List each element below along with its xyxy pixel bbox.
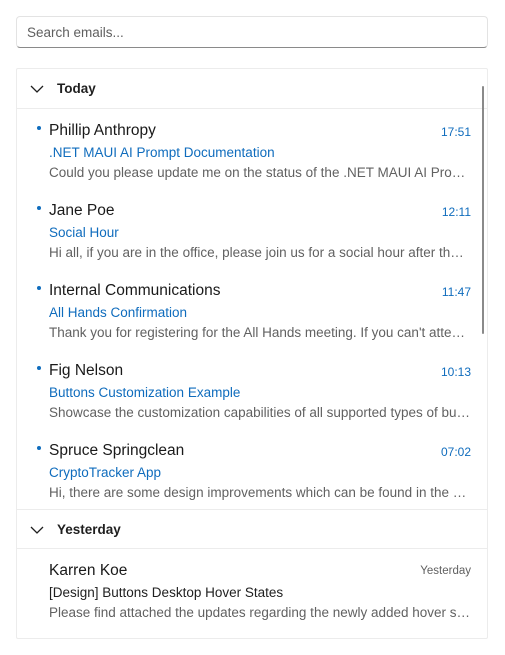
unread-indicator <box>37 446 41 450</box>
email-subject: All Hands Confirmation <box>49 305 188 320</box>
email-list[interactable]: Today Phillip Anthropy 17:51 .NET MAUI A… <box>16 68 488 639</box>
email-row[interactable]: Jane Poe 12:11 Social Hour Hi all, if yo… <box>17 199 481 279</box>
email-subject: [Design] Buttons Desktop Hover States <box>49 585 284 600</box>
chevron-down-icon[interactable] <box>29 522 45 538</box>
email-row[interactable]: Spruce Springclean 07:02 CryptoTracker A… <box>17 439 481 519</box>
unread-indicator <box>37 286 41 290</box>
email-subject: .NET MAUI AI Prompt Documentation <box>49 145 275 160</box>
email-preview: Could you please update me on the status… <box>49 165 471 180</box>
email-time: 17:51 <box>440 125 471 139</box>
email-time: 07:02 <box>440 445 471 459</box>
email-subject: Buttons Customization Example <box>49 385 241 400</box>
chevron-down-icon[interactable] <box>29 81 45 97</box>
email-row[interactable]: Internal Communications 11:47 All Hands … <box>17 279 481 359</box>
email-preview: Thank you for registering for the All Ha… <box>49 325 471 340</box>
unread-indicator <box>37 206 41 210</box>
email-time: 10:13 <box>440 365 471 379</box>
unread-indicator <box>37 366 41 370</box>
unread-indicator <box>37 126 41 130</box>
search-input[interactable] <box>16 16 488 48</box>
email-time: Yesterday <box>420 565 471 577</box>
email-time: 12:11 <box>441 205 471 219</box>
email-sender: Karren Koe <box>49 562 128 579</box>
email-subject: CryptoTracker App <box>49 465 162 480</box>
email-preview: Please find attached the updates regardi… <box>49 605 471 620</box>
group-header-yesterday[interactable]: Yesterday <box>17 509 487 549</box>
email-row[interactable]: Karren Koe Yesterday [Design] Buttons De… <box>17 559 481 638</box>
group-title: Yesterday <box>57 521 121 537</box>
email-sender: Internal Communications <box>49 282 221 299</box>
email-subject: Social Hour <box>49 225 119 240</box>
scrollbar-thumb[interactable] <box>482 86 484 334</box>
email-sender: Spruce Springclean <box>49 442 185 459</box>
group-header-today[interactable]: Today <box>17 69 487 109</box>
email-sender: Phillip Anthropy <box>49 122 156 139</box>
email-preview: Hi all, if you are in the office, please… <box>49 245 471 260</box>
email-preview: Showcase the customization capabilities … <box>49 405 471 420</box>
email-preview: Hi, there are some design improvements w… <box>49 485 471 500</box>
group-title: Today <box>57 81 96 96</box>
email-sender: Fig Nelson <box>49 362 124 379</box>
email-time: 11:47 <box>441 285 471 299</box>
email-row[interactable]: Fig Nelson 10:13 Buttons Customization E… <box>17 359 481 439</box>
email-sender: Jane Poe <box>49 202 115 219</box>
email-row[interactable]: Phillip Anthropy 17:51 .NET MAUI AI Prom… <box>17 119 481 199</box>
